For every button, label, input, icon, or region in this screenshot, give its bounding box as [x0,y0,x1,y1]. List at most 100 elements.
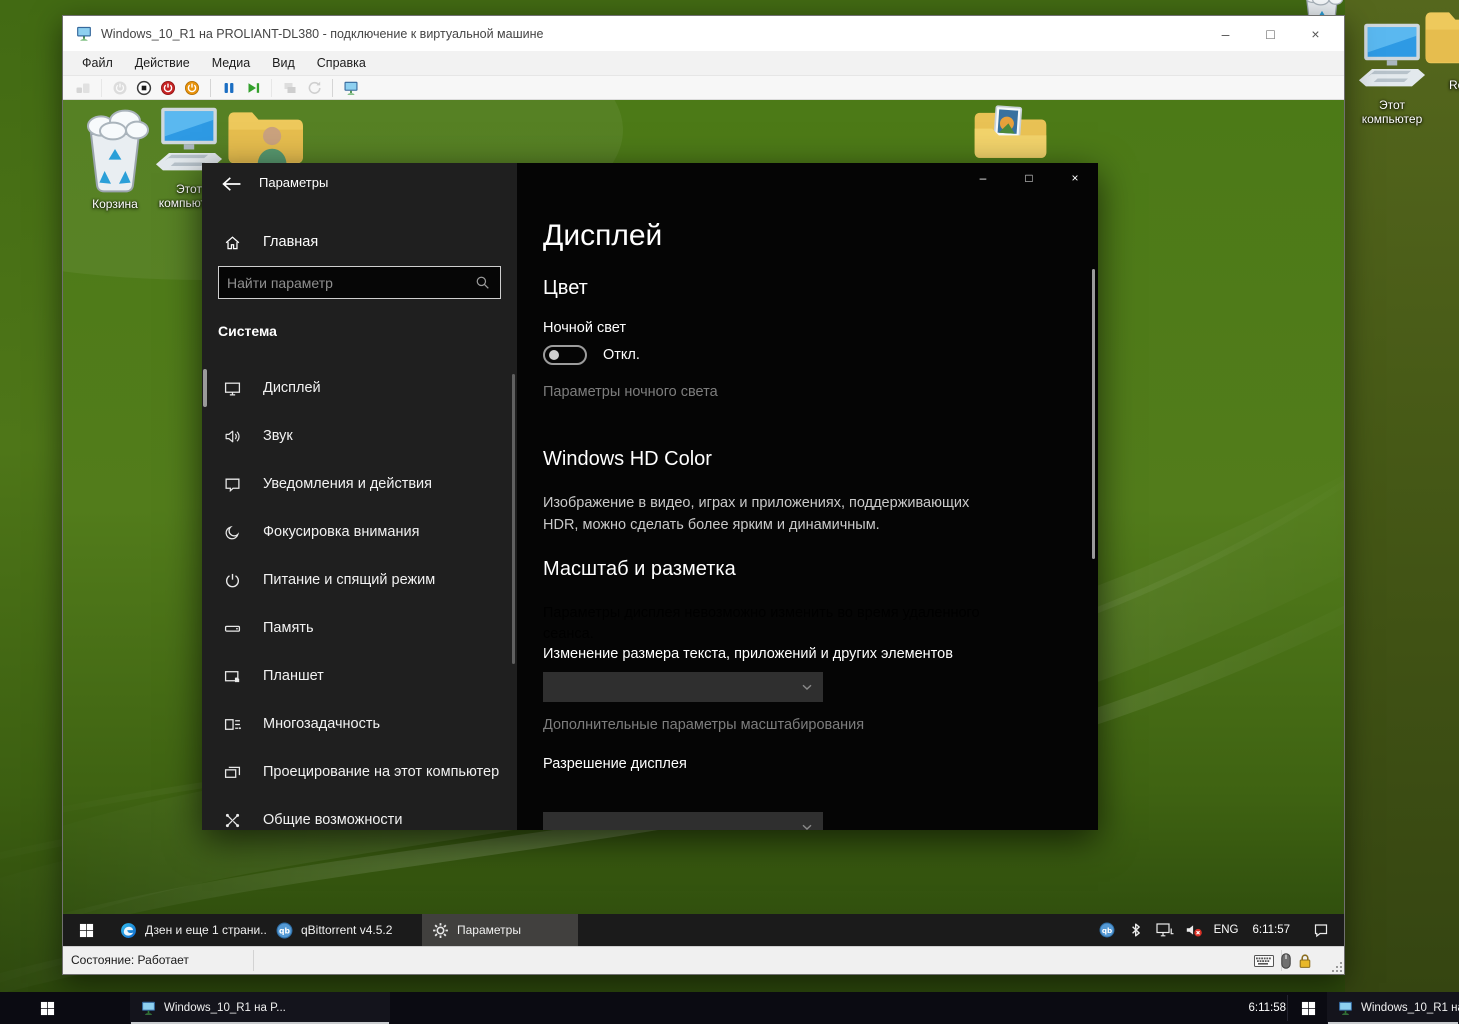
night-light-settings-link[interactable]: Параметры ночного света [543,384,718,400]
guest-taskbar: Дзен и еще 1 страни... qb qBittorrent v4… [63,914,1344,946]
project-icon [224,764,241,781]
settings-minimize-button[interactable]: – [960,163,1006,193]
multitask-icon [224,716,241,733]
enhanced-session-button[interactable] [339,77,363,99]
vm-status-icons [1254,947,1312,974]
edge-icon [120,922,137,939]
host-vm-taskbar-item[interactable]: Windows_10_R1 на P... [130,992,390,1024]
guest-recycle-bin-icon[interactable]: Корзина [75,106,155,212]
vm-status-bar: Состояние: Работает [63,946,1344,974]
планшет-nav-item[interactable]: Планшет [202,652,517,700]
lock-status-icon [1298,953,1312,969]
sound-icon [224,428,241,445]
vm-minimize-button[interactable]: – [1203,16,1248,51]
start-vm-icon [112,80,128,96]
vm-maximize-button[interactable]: □ [1248,16,1293,51]
многозадачность-nav-item[interactable]: Многозадачность [202,700,517,748]
дзен-и-еще-1-страни...-taskbar-item[interactable]: Дзен и еще 1 страни... [110,914,266,946]
color-section-heading: Цвет [543,277,588,300]
qbittorrent-v4.5.2-taskbar-item[interactable]: qb qBittorrent v4.5.2 [266,914,422,946]
host-folder-icon[interactable]: Ron [1420,6,1459,92]
sidebar-item-home[interactable]: Главная [202,223,517,261]
start-icon[interactable] [24,992,70,1024]
shut-down-button[interactable] [156,77,180,99]
content-scrollbar[interactable] [1092,269,1095,559]
уведомления-и-действия-nav-item[interactable]: Уведомления и действия [202,460,517,508]
host-taskbar: Windows_10_R1 на P... 6:11:58 Windows_10… [0,992,1459,1024]
advanced-scaling-link[interactable]: Дополнительные параметры масштабирования [543,717,864,733]
ctrl-alt-del-button[interactable] [71,77,95,99]
vm-close-button[interactable]: × [1293,16,1338,51]
параметры-taskbar-item[interactable]: Параметры [422,914,578,946]
settings-content: – □ × Дисплей Цвет Ночной свет Откл. Пар… [517,163,1098,830]
turn-off-button[interactable] [132,77,156,99]
scale-dropdown[interactable] [543,672,823,702]
файл-menu[interactable]: Файл [71,51,124,75]
vm-status-text: Состояние: Работает [71,953,189,967]
settings-close-button[interactable]: × [1052,163,1098,193]
sidebar-section-title: Система [218,323,277,339]
guest-system-tray: qb ENG 6:11:57 [1098,914,1344,946]
vm-connection-window: Windows_10_R1 на PROLIANT-DL380 - подклю… [62,15,1345,975]
питание-и-спящий-режим-nav-item[interactable]: Питание и спящий режим [202,556,517,604]
медиа-menu[interactable]: Медиа [201,51,261,75]
start-icon[interactable] [63,914,110,946]
tablet-icon [224,668,241,685]
host-this-pc-label: Этот компьютер [1352,98,1432,127]
vm-window-title: Windows_10_R1 на PROLIANT-DL380 - подклю… [101,27,543,41]
guest-desktop: Корзина Этот компьютер Параметры Главная [63,100,1344,914]
host-vm-taskbar-item-monitor2[interactable]: Windows_10_R1 на P. [1327,992,1459,1024]
volume-muted-icon[interactable] [1185,922,1203,938]
qbittorrent-icon[interactable]: qb [1098,922,1116,938]
sidebar-scrollbar[interactable] [512,374,515,664]
revert-button[interactable] [302,77,326,99]
settings-search-input[interactable] [219,275,475,291]
back-arrow-icon[interactable] [220,175,244,193]
звук-nav-item[interactable]: Звук [202,412,517,460]
start-vm-button[interactable] [108,77,132,99]
settings-app-title: Параметры [259,175,328,190]
bluetooth-icon[interactable] [1127,922,1145,938]
hdr-description: Изображение в видео, играх и приложениях… [543,492,981,537]
guest-clock[interactable]: 6:11:57 [1252,924,1290,936]
scale-dropdown-label: Изменение размера текста, приложений и д… [543,646,953,662]
checkpoint-button[interactable] [278,77,302,99]
vm-toolbar [63,76,1344,100]
ctrl-alt-del-icon [75,80,91,96]
notifications-icon [224,476,241,493]
общие-возможности-nav-item[interactable]: Общие возможности [202,796,517,830]
вид-menu[interactable]: Вид [261,51,306,75]
home-label: Главная [263,234,318,250]
save-state-button[interactable] [180,77,204,99]
reset-button[interactable] [241,77,265,99]
svg-text:qb: qb [279,926,290,935]
power-icon [224,572,241,589]
language-indicator[interactable]: ENG [1214,924,1239,936]
дисплей-nav-item[interactable]: Дисплей [202,364,517,412]
фокусировка-внимания-nav-item[interactable]: Фокусировка внимания [202,508,517,556]
host-folder-label: Ron [1420,78,1459,92]
search-icon[interactable] [475,275,490,290]
start-icon[interactable] [1290,992,1327,1024]
vm-titlebar[interactable]: Windows_10_R1 на PROLIANT-DL380 - подклю… [63,16,1344,51]
settings-sidebar: Параметры Главная Система Дисплей [202,163,517,830]
действие-menu[interactable]: Действие [124,51,201,75]
pause-button[interactable] [217,77,241,99]
share-icon [224,812,241,829]
scale-section-heading: Масштаб и разметка [543,558,736,581]
storage-icon [224,620,241,637]
resolution-dropdown[interactable] [543,812,823,830]
night-light-toggle[interactable] [543,345,587,365]
guest-taskbar-items: Дзен и еще 1 страни... qb qBittorrent v4… [110,914,578,946]
resize-grip[interactable] [1329,959,1342,972]
network-display-icon[interactable] [1156,922,1174,938]
settings-maximize-button[interactable]: □ [1006,163,1052,193]
second-monitor-desktop [1345,0,1459,992]
память-nav-item[interactable]: Память [202,604,517,652]
night-light-state: Откл. [603,347,640,363]
action-center-icon[interactable] [1312,922,1330,938]
host-clock[interactable]: 6:11:58 [1228,992,1286,1024]
проецирование-на-этот-компьютер-nav-item[interactable]: Проецирование на этот компьютер [202,748,517,796]
revert-icon [306,80,322,96]
справка-menu[interactable]: Справка [306,51,377,75]
